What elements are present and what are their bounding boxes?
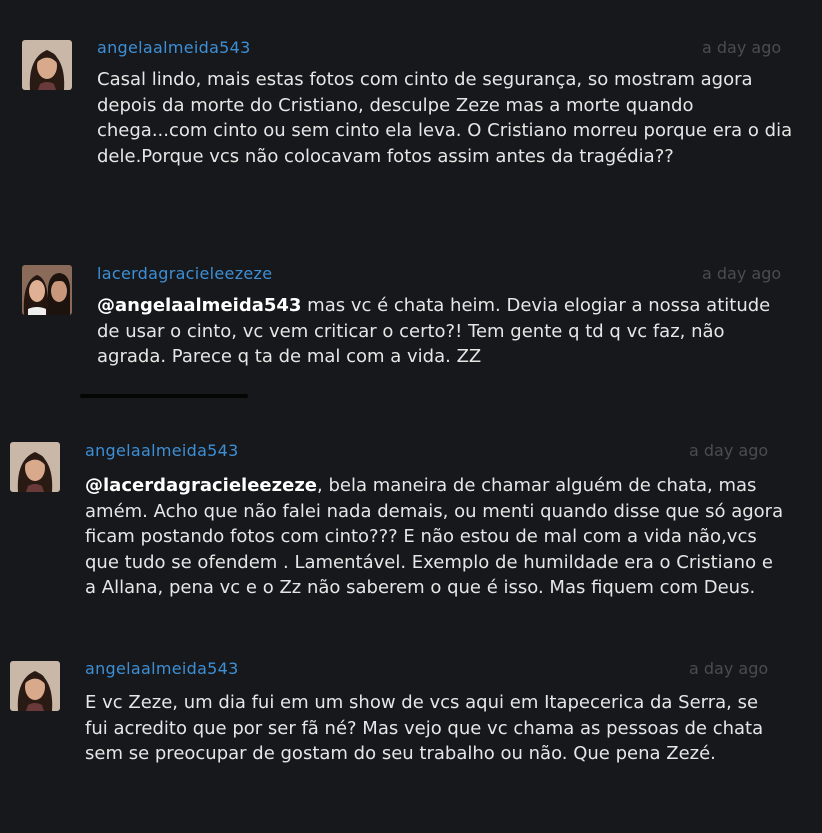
username-link[interactable]: angelaalmeida543 <box>97 38 251 57</box>
username-link[interactable]: lacerdagracieleezeze <box>97 264 272 283</box>
username-link[interactable]: angelaalmeida543 <box>85 441 239 460</box>
comment-text: @lacerdagracieleezeze, bela maneira de c… <box>85 473 785 601</box>
avatar[interactable] <box>22 40 72 90</box>
timestamp: a day ago <box>689 659 769 678</box>
mention-link[interactable]: @lacerdagracieleezeze <box>85 475 317 496</box>
avatar[interactable] <box>22 265 72 315</box>
timestamp: a day ago <box>702 38 782 57</box>
divider <box>80 394 248 398</box>
avatar[interactable] <box>10 661 60 711</box>
timestamp: a day ago <box>702 264 782 283</box>
avatar[interactable] <box>10 442 60 492</box>
comment-text: Casal lindo, mais estas fotos com cinto … <box>97 69 793 167</box>
timestamp: a day ago <box>689 441 769 460</box>
username-link[interactable]: angelaalmeida543 <box>85 659 239 678</box>
comment-text: @angelaalmeida543 mas vc é chata heim. D… <box>97 293 787 370</box>
comment-text: E vc Zeze, um dia fui em um show de vcs … <box>85 692 764 764</box>
mention-link[interactable]: @angelaalmeida543 <box>97 295 301 316</box>
